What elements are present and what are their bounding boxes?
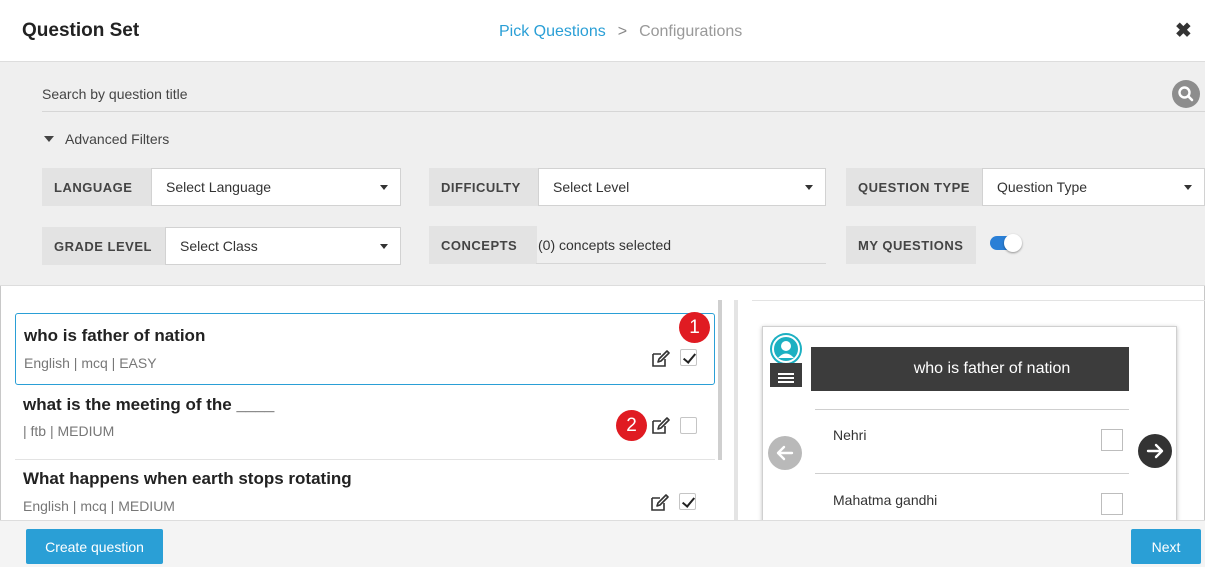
arrow-right-icon[interactable] (1138, 434, 1172, 468)
preview-option: Mahatma gandhi (833, 492, 938, 508)
question-checkbox[interactable] (679, 493, 696, 510)
difficulty-select[interactable]: Select Level (538, 168, 826, 206)
panel-divider[interactable] (734, 300, 738, 520)
edit-icon[interactable] (650, 494, 670, 512)
menu-icon[interactable] (770, 363, 802, 387)
language-select[interactable]: Select Language (151, 168, 401, 206)
dropdown-caret-icon (1184, 185, 1192, 190)
option-checkbox[interactable] (1101, 493, 1123, 515)
question-type-select[interactable]: Question Type (982, 168, 1205, 206)
scrollbar[interactable] (718, 300, 722, 460)
grade-level-label: GRADE LEVEL (42, 227, 166, 265)
question-meta: English | mcq | EASY (24, 355, 157, 371)
chevron-right-icon: > (617, 23, 628, 40)
search-input[interactable]: Search by question title (42, 80, 1205, 112)
concepts-value: (0) concepts selected (538, 236, 672, 253)
search-placeholder: Search by question title (42, 86, 188, 102)
next-button[interactable]: Next (1131, 529, 1201, 564)
arrow-left-icon[interactable] (768, 436, 802, 470)
question-title: who is father of nation (24, 326, 206, 345)
question-checkbox[interactable] (680, 349, 697, 366)
dropdown-caret-icon (380, 185, 388, 190)
breadcrumb: Pick Questions > Configurations (499, 23, 742, 41)
grade-level-select[interactable]: Select Class (165, 227, 401, 265)
filter-panel: Search by question title Advanced Filter… (0, 62, 1205, 286)
advanced-filters-toggle[interactable]: Advanced Filters (44, 131, 169, 147)
caret-down-icon (44, 136, 54, 142)
question-type-value: Question Type (997, 179, 1088, 195)
avatar-icon (770, 333, 802, 365)
grade-level-value: Select Class (180, 238, 258, 254)
preview-option: Nehri (833, 427, 867, 443)
create-question-button[interactable]: Create question (26, 529, 163, 564)
edit-icon[interactable] (651, 417, 671, 435)
step-badge-1: 1 (679, 312, 710, 343)
question-type-label: QUESTION TYPE (846, 168, 984, 206)
preview-card: who is father of nation Nehri Mahatma ga… (762, 326, 1177, 520)
dropdown-caret-icon (805, 185, 813, 190)
step-badge-2: 2 (616, 410, 647, 441)
divider (815, 409, 1129, 410)
edit-icon[interactable] (651, 350, 671, 368)
question-checkbox[interactable] (680, 417, 697, 434)
breadcrumb-configurations[interactable]: Configurations (639, 23, 742, 41)
question-title: What happens when earth stops rotating (23, 469, 352, 488)
search-icon[interactable] (1172, 80, 1200, 108)
modal-header: Question Set Pick Questions > Configurat… (0, 0, 1205, 62)
dropdown-caret-icon (380, 244, 388, 249)
toggle-knob (1004, 234, 1022, 252)
my-questions-toggle[interactable] (990, 234, 1022, 252)
difficulty-value: Select Level (553, 179, 630, 195)
question-title: what is the meeting of the ____ (23, 395, 275, 414)
advanced-filters-label: Advanced Filters (65, 131, 170, 147)
option-checkbox[interactable] (1101, 429, 1123, 451)
question-meta: English | mcq | MEDIUM (23, 498, 175, 514)
close-icon[interactable]: ✖ (1175, 18, 1192, 43)
breadcrumb-pick-questions[interactable]: Pick Questions (499, 23, 606, 41)
question-meta: | ftb | MEDIUM (23, 423, 115, 439)
preview-question-title: who is father of nation (811, 347, 1129, 391)
question-list: who is father of nation English | mcq | … (0, 300, 735, 520)
divider (815, 473, 1129, 474)
concepts-selector[interactable]: (0) concepts selected (536, 226, 826, 264)
concepts-label: CONCEPTS (429, 226, 537, 264)
list-item[interactable]: who is father of nation English | mcq | … (15, 313, 715, 385)
language-label: LANGUAGE (42, 168, 152, 206)
my-questions-label: MY QUESTIONS (846, 226, 976, 264)
question-preview-panel: who is father of nation Nehri Mahatma ga… (752, 300, 1205, 520)
list-item[interactable]: what is the meeting of the ____ | ftb | … (15, 386, 715, 459)
difficulty-label: DIFFICULTY (429, 168, 539, 206)
language-value: Select Language (166, 179, 272, 195)
modal-footer: Create question Next (0, 520, 1205, 567)
page-title: Question Set (22, 20, 140, 41)
list-item[interactable]: What happens when earth stops rotating E… (15, 460, 715, 520)
